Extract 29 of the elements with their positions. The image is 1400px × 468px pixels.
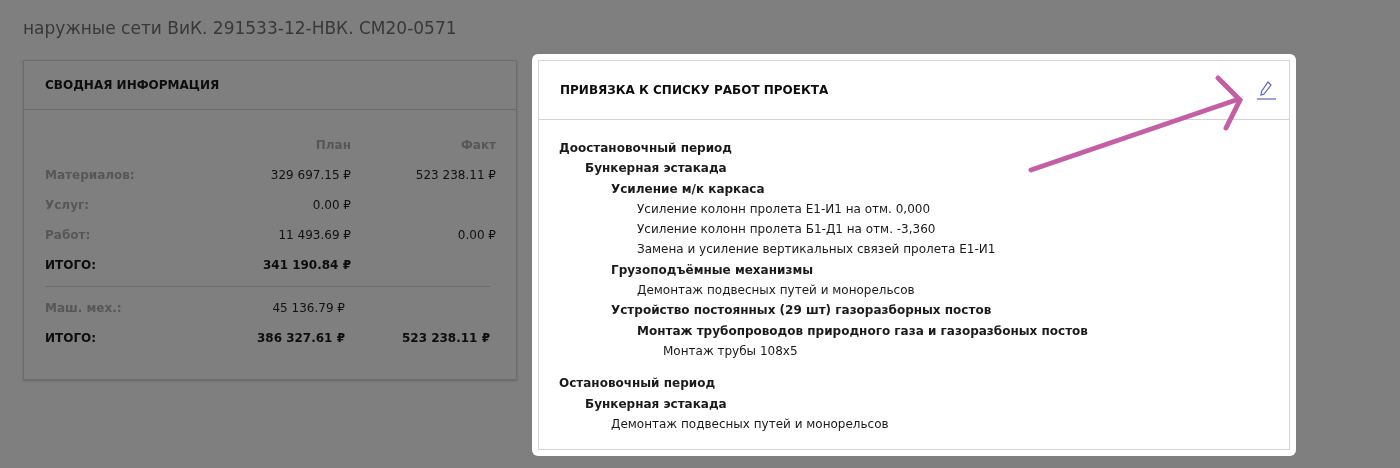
card-title: ПРИВЯЗКА К СПИСКУ РАБОТ ПРОЕКТА	[560, 83, 829, 97]
plan-value: 341 190.84 ₽	[262, 258, 351, 272]
plan-value: 386 327.61 ₽	[256, 331, 345, 345]
plan-value: 329 697.15 ₽	[270, 168, 351, 182]
work-item: Бункерная эстакада	[585, 161, 727, 176]
work-item: Грузоподъёмные механизмы	[611, 262, 814, 277]
page-title: наружные сети ВиК. 291533-12-НВК. СМ20-0571	[22, 17, 458, 40]
row-label: ИТОГО:	[45, 331, 98, 345]
fact-value: 523 238.11 ₽	[415, 168, 496, 182]
fact-value: 0.00 ₽	[457, 228, 496, 242]
fact-value: 523 238.11 ₽	[401, 331, 490, 345]
work-item: Устройство постоянных (29 шт) газоразборных постов	[611, 303, 992, 318]
edit-icon[interactable]	[1255, 79, 1277, 101]
row-label: ИТОГО:	[45, 258, 98, 272]
work-item: Монтаж трубопроводов природного газа и газоразбоных постов	[637, 323, 1088, 338]
work-item: Демонтаж подвесных путей и монорельсов	[637, 283, 915, 298]
work-item: Бункерная эстакада	[585, 396, 727, 411]
work-item: Монтаж трубы 108х5	[663, 343, 798, 358]
plan-value: 11 493.69 ₽	[278, 228, 351, 242]
plan-value: 45 136.79 ₽	[272, 301, 345, 315]
work-item: Доостановочный период	[559, 141, 733, 155]
plan-value: 0.00 ₽	[312, 198, 351, 212]
work-item: Замена и усиление вертикальных связей пролета Е1-И1	[637, 242, 996, 257]
work-item: Демонтаж подвесных путей и монорельсов	[611, 416, 889, 431]
work-item: Усиление м/к каркаса	[611, 181, 765, 196]
work-item: Усиление колонн пролета Е1-И1 на отм. 0,000	[637, 201, 931, 216]
card-title: СВОДНАЯ ИНФОРМАЦИЯ	[45, 78, 220, 92]
work-item: Усиление колонн пролета Б1-Д1 на отм. -3,360	[637, 222, 936, 237]
work-item: Остановочный период	[559, 376, 716, 391]
